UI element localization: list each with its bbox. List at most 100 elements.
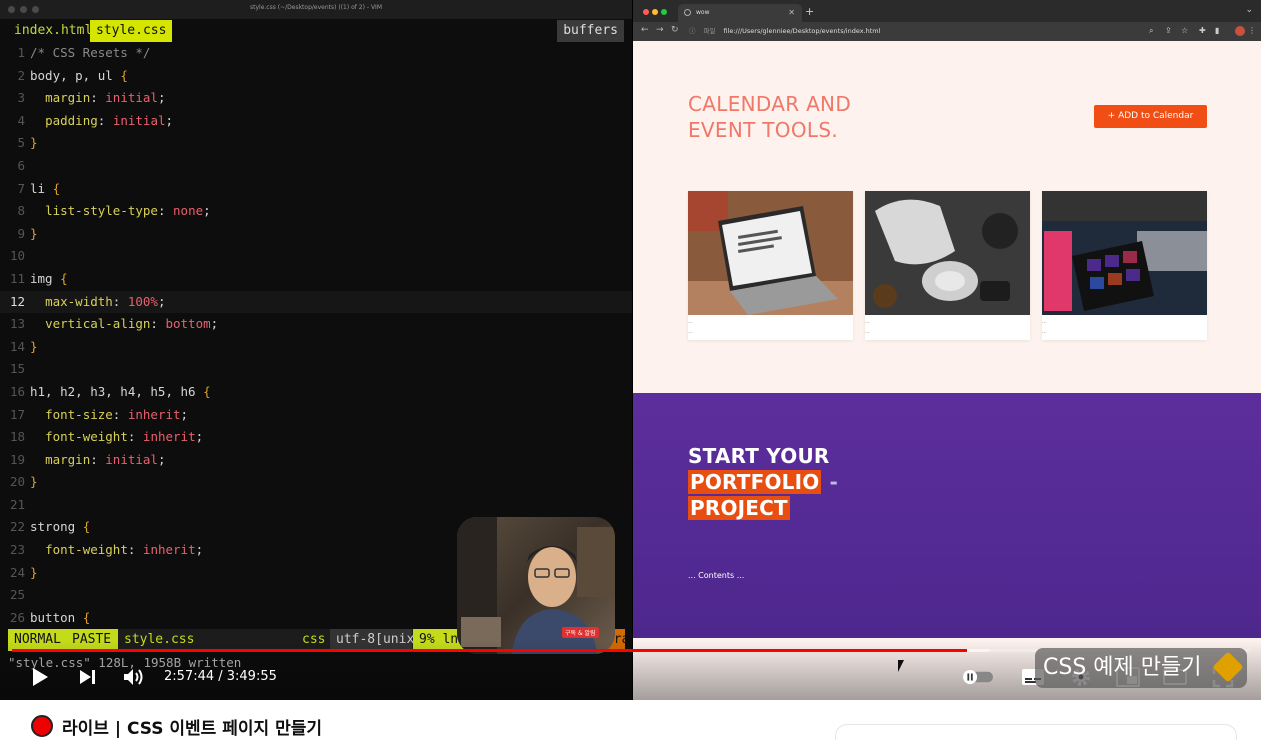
code-line[interactable]: 5} — [0, 132, 632, 155]
code-line[interactable]: 12 max-width: 100%; — [0, 290, 632, 314]
forward-icon[interactable]: → — [656, 25, 664, 35]
line-number: 2 — [17, 67, 25, 83]
code-line[interactable]: 1 /* CSS Resets */ — [0, 42, 632, 65]
line-number: 10 — [9, 248, 25, 264]
address-bar[interactable]: ⓘ 파일 file:///Users/glenniee/Desktop/events… — [689, 25, 1144, 38]
progress-played — [12, 649, 967, 652]
next-button[interactable] — [72, 662, 102, 692]
event-card[interactable]: ... ... — [688, 191, 853, 340]
code-line[interactable]: 8 list-style-type: none; — [0, 200, 632, 223]
code-text: img { — [30, 270, 68, 286]
video-title: 라이브 | CSS 이벤트 페이지 만들기 — [62, 719, 322, 739]
code-line[interactable]: 18 font-weight: inherit; — [0, 426, 632, 449]
code-text: margin: initial; — [45, 90, 166, 106]
close-window-icon[interactable] — [643, 9, 649, 15]
zoom-icon[interactable]: ⌕ — [1149, 26, 1153, 36]
volume-button[interactable] — [119, 662, 149, 692]
code-line[interactable]: 19 margin: initial; — [0, 449, 632, 472]
code-text: button { — [30, 609, 91, 625]
code-line[interactable]: 9} — [0, 223, 632, 246]
code-line[interactable]: 21 — [0, 494, 632, 517]
channel-watermark: CSS 예제 만들기 — [1035, 648, 1247, 688]
card-meta: ... — [1042, 319, 1047, 325]
browser-tab[interactable]: wow ✕ — [678, 4, 802, 22]
maximize-window-icon[interactable] — [661, 9, 667, 15]
line-number: 5 — [17, 135, 25, 151]
tab-close-icon[interactable]: ✕ — [788, 4, 795, 22]
share-icon[interactable]: ⇪ — [1165, 26, 1172, 35]
vim-tab-style-css[interactable]: style.css — [90, 20, 173, 42]
info-icon: ⓘ — [689, 27, 696, 35]
progress-buffered — [966, 649, 990, 652]
reload-icon[interactable]: ↻ — [671, 25, 679, 35]
line-number: 15 — [9, 361, 25, 377]
vim-mode: NORMAL — [8, 629, 66, 651]
event-card[interactable]: ... ... — [1042, 191, 1207, 340]
card-meta: ... — [1042, 329, 1047, 335]
code-line[interactable]: 17 font-size: inherit; — [0, 404, 632, 427]
play-button[interactable] — [25, 662, 55, 692]
browser-tab-title: wow — [696, 9, 710, 16]
event-card[interactable]: ... ... — [865, 191, 1030, 340]
url-scheme-label: 파일 — [703, 27, 716, 35]
line-number: 17 — [9, 406, 25, 422]
vim-paste-indicator: PASTE — [66, 629, 118, 651]
line-number: 8 — [17, 203, 25, 219]
autoplay-toggle[interactable] — [963, 662, 993, 692]
star-icon[interactable]: ☆ — [1181, 26, 1188, 35]
code-line[interactable]: 13 vertical-align: bottom; — [0, 313, 632, 336]
play-icon — [33, 668, 48, 686]
chevron-down-icon[interactable]: ⌄ — [1245, 5, 1253, 15]
line-number: 13 — [9, 316, 25, 332]
code-text: strong { — [30, 519, 91, 535]
portfolio-section: START YOUR PORTFOLIO - PROJECT ... Conten… — [633, 393, 1261, 638]
watermark-arrow-icon — [1212, 651, 1244, 683]
code-text: max-width: 100%; — [45, 293, 166, 309]
code-line[interactable]: 6 — [0, 155, 632, 178]
hero-title-line1: CALENDAR AND — [688, 92, 852, 116]
line-number: 11 — [9, 270, 25, 286]
code-text: font-size: inherit; — [45, 406, 189, 422]
code-text: } — [30, 338, 38, 354]
code-text: } — [30, 474, 38, 490]
card-meta: ... — [865, 319, 870, 325]
skip-next-icon — [80, 670, 95, 684]
sidebar-icon[interactable]: ▮ — [1215, 26, 1219, 35]
card-meta: ... — [688, 329, 693, 335]
code-line[interactable]: 20} — [0, 471, 632, 494]
new-tab-icon[interactable]: + — [805, 5, 814, 18]
video-info: 라이브 | CSS 이벤트 페이지 만들기 — [0, 700, 1261, 740]
profile-avatar[interactable] — [1235, 26, 1245, 36]
line-number: 4 — [17, 112, 25, 128]
time-display: 2:57:44 / 3:49:55 — [164, 669, 277, 684]
code-line[interactable]: 10 — [0, 245, 632, 268]
line-number: 24 — [9, 564, 25, 580]
code-line[interactable]: 14} — [0, 336, 632, 359]
code-line[interactable]: 3 margin: initial; — [0, 87, 632, 110]
subscribe-badge: 구독 & 알림 — [562, 627, 599, 638]
back-icon[interactable]: ← — [641, 25, 649, 35]
code-line[interactable]: 2 body, p, ul { — [0, 65, 632, 88]
code-text: margin: initial; — [45, 451, 166, 467]
code-text: } — [30, 225, 38, 241]
toggle-icon — [963, 669, 993, 685]
vim-window-title: style.css (~/Desktop/events) ((1) of 2) … — [250, 4, 382, 11]
mouse-cursor-icon — [898, 660, 904, 672]
code-line[interactable]: 7 li { — [0, 178, 632, 201]
video-stage[interactable]: style.css (~/Desktop/events) ((1) of 2) … — [0, 0, 1261, 740]
code-text: body, p, ul { — [30, 67, 128, 83]
minimize-window-icon[interactable] — [652, 9, 658, 15]
portfolio-dash: - — [829, 470, 838, 494]
code-line[interactable]: 11 img { — [0, 268, 632, 291]
vim-tab-index-html[interactable]: index.html — [8, 20, 98, 42]
code-line[interactable]: 16 h1, h2, h3, h4, h5, h6 { — [0, 381, 632, 404]
line-number: 23 — [9, 542, 25, 558]
line-number: 9 — [17, 225, 25, 241]
code-line[interactable]: 15 — [0, 358, 632, 381]
menu-icon[interactable]: ⋮ — [1248, 26, 1256, 35]
live-indicator-icon — [31, 715, 53, 737]
vim-titlebar: style.css (~/Desktop/events) ((1) of 2) … — [0, 0, 632, 19]
add-to-calendar-button[interactable]: + ADD to Calendar — [1094, 105, 1207, 128]
extensions-icon[interactable]: ✚ — [1199, 26, 1206, 35]
code-line[interactable]: 4 padding: initial; — [0, 110, 632, 133]
